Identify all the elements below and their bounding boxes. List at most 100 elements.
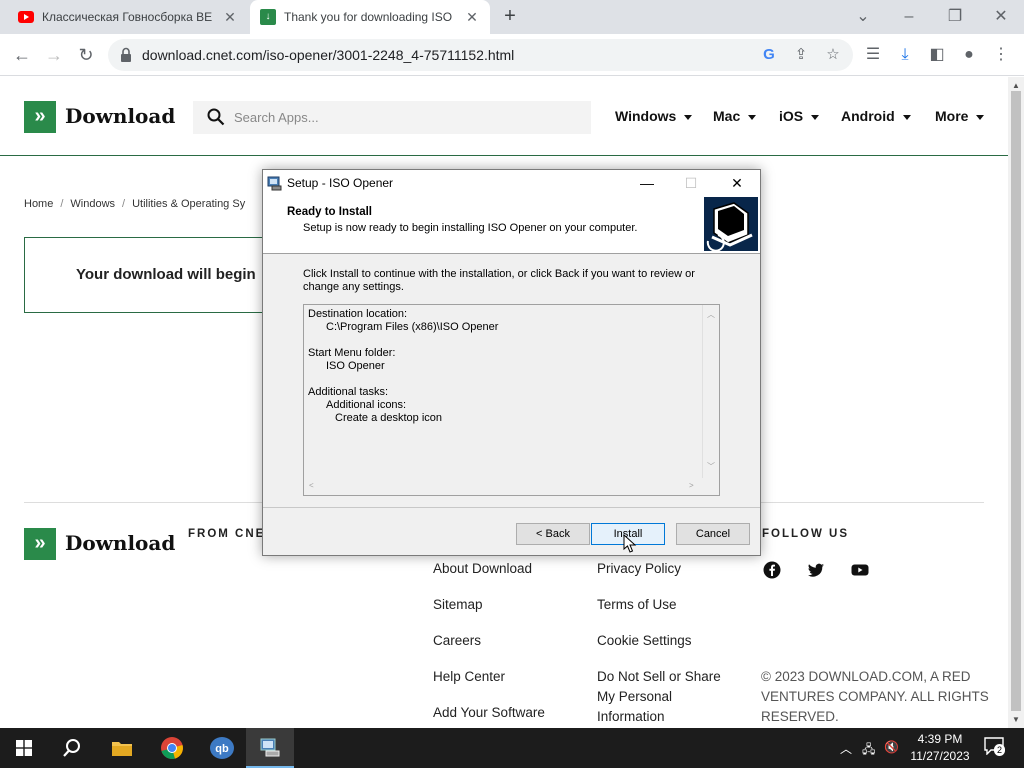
nav-android[interactable]: Android [841,108,911,124]
nav-more[interactable]: More [935,108,985,124]
scroll-up-icon[interactable]: ▲ [1012,81,1020,90]
close-window-icon[interactable]: ✕ [990,6,1012,28]
search-icon [207,108,225,126]
taskbar-setup[interactable] [246,728,294,768]
url-text: download.cnet.com/iso-opener/3001-2248_4… [142,47,515,63]
volume-muted-icon[interactable]: 🔇 [884,740,899,754]
profile-icon[interactable]: ● [958,44,980,66]
dialog-heading: Ready to Install [287,206,372,218]
system-clock[interactable]: 4:39 PM 11/27/2023 [905,731,975,765]
menu-label: Start Menu folder: [308,347,396,359]
footer-link-do-not-sell[interactable]: Do Not Sell or Share My Personal Informa… [597,667,737,727]
forward-icon[interactable]: → [42,43,66,67]
nav-mac[interactable]: Mac [713,108,757,124]
footer-link-terms[interactable]: Terms of Use [597,595,677,615]
nav-ios[interactable]: iOS [779,108,820,124]
dialog-header: Ready to Install Setup is now ready to b… [263,196,760,254]
footer-link-add-software[interactable]: Add Your Software [433,703,545,723]
reload-icon[interactable]: ↻ [74,43,98,67]
tab-search-icon[interactable]: ⌄ [852,6,874,28]
taskbar-qbittorrent[interactable]: qb [198,728,246,768]
share-icon[interactable]: ⇪ [792,46,810,64]
scroll-left-icon[interactable]: < [309,481,314,490]
breadcrumb-home[interactable]: Home [24,198,53,210]
footer-link-cookies[interactable]: Cookie Settings [597,631,692,651]
site-logo-text[interactable]: Download [65,104,175,128]
facebook-icon[interactable] [763,561,781,579]
summary-horizontal-scrollbar[interactable]: < > [304,478,702,495]
back-icon[interactable]: ← [10,43,34,67]
show-hidden-icons-icon[interactable]: ︿ [840,740,852,757]
taskbar-file-explorer[interactable] [98,728,146,768]
breadcrumb-windows[interactable]: Windows [70,198,115,210]
summary-vertical-scrollbar[interactable]: ︿ ﹀ [702,305,719,478]
bookmark-star-icon[interactable]: ☆ [824,46,842,64]
clock-date: 11/27/2023 [910,749,970,763]
tab-close-icon[interactable]: ✕ [464,9,480,25]
taskbar-chrome[interactable] [148,728,196,768]
dialog-titlebar[interactable]: Setup - ISO Opener — ☐ ✕ [263,170,760,196]
qbittorrent-icon: qb [210,737,234,759]
cancel-button[interactable]: Cancel [676,523,750,545]
twitter-icon[interactable] [807,561,825,579]
minimize-icon[interactable]: – [898,6,920,28]
start-button[interactable] [0,728,48,768]
nav-windows[interactable]: Windows [615,108,693,124]
youtube-icon [18,11,34,23]
svg-text:qb: qb [215,743,229,755]
scrollbar-thumb[interactable] [1011,91,1021,711]
download-notice: Your download will begin [24,237,274,313]
caret-down-icon [748,114,757,120]
breadcrumb-utilities[interactable]: Utilities & Operating Sy [132,198,245,210]
folder-icon [112,742,132,756]
google-lens-icon[interactable]: G [760,46,778,64]
network-icon[interactable]: 🖧 [862,740,875,761]
settings-summary-box[interactable]: Destination location: C:\Program Files (x… [303,304,720,496]
tab-close-icon[interactable]: ✕ [222,9,238,25]
tab-strip: Классическая Говносборка BES ✕ ↓ Thank y… [0,0,1024,34]
icons-label: Additional icons: [326,399,407,411]
footer-logo-text[interactable]: Download [65,531,175,555]
nav-label: iOS [779,108,804,124]
windows-logo-icon [16,740,32,756]
scroll-up-icon[interactable]: ︿ [707,309,715,320]
dialog-minimize-icon[interactable]: — [637,173,657,193]
search-input[interactable]: Search Apps... [193,101,591,134]
caret-down-icon [811,114,820,120]
tab-youtube[interactable]: Классическая Говносборка BES ✕ [8,0,248,34]
footer-link-privacy[interactable]: Privacy Policy [597,559,681,579]
notifications-button[interactable]: 2 [984,737,1006,759]
download-logo-icon[interactable]: » [24,101,56,133]
footer-logo-icon[interactable]: » [24,528,56,560]
header-divider [0,155,1008,156]
page-scrollbar[interactable]: ▲ ▼ [1008,77,1024,728]
footer-link-about[interactable]: About Download [433,559,532,579]
youtube-icon[interactable] [851,561,869,579]
lock-icon [121,47,131,62]
notification-count: 2 [994,744,1006,756]
follow-us-heading: FOLLOW US [762,528,849,540]
dialog-instructions: Click Install to continue with the insta… [303,268,695,293]
back-button[interactable]: < Back [516,523,590,545]
scroll-down-icon[interactable]: ▼ [1012,715,1020,724]
tab-download[interactable]: ↓ Thank you for downloading ISO ✕ [250,0,490,34]
reading-list-icon[interactable]: ☰ [862,44,884,66]
dialog-subheading: Setup is now ready to begin installing I… [303,222,638,234]
address-bar[interactable]: download.cnet.com/iso-opener/3001-2248_4… [108,39,853,71]
scroll-down-icon[interactable]: ﹀ [707,461,715,472]
restore-icon[interactable]: ❐ [944,6,966,28]
footer-link-sitemap[interactable]: Sitemap [433,595,483,615]
footer-link-help[interactable]: Help Center [433,667,505,687]
new-tab-icon[interactable]: + [500,6,520,27]
scroll-right-icon[interactable]: > [689,481,694,490]
nav-label: Windows [615,108,677,124]
downloads-icon[interactable]: ⤓ [894,44,916,66]
menu-icon[interactable]: ⋮ [990,44,1012,66]
tasks-label: Additional tasks: [308,386,389,398]
footer-link-careers[interactable]: Careers [433,631,481,651]
side-panel-icon[interactable]: ◧ [926,44,948,66]
taskbar-search[interactable] [48,728,96,768]
dialog-close-icon[interactable]: ✕ [727,173,747,193]
search-icon [63,739,80,757]
menu-value: ISO Opener [326,360,385,372]
